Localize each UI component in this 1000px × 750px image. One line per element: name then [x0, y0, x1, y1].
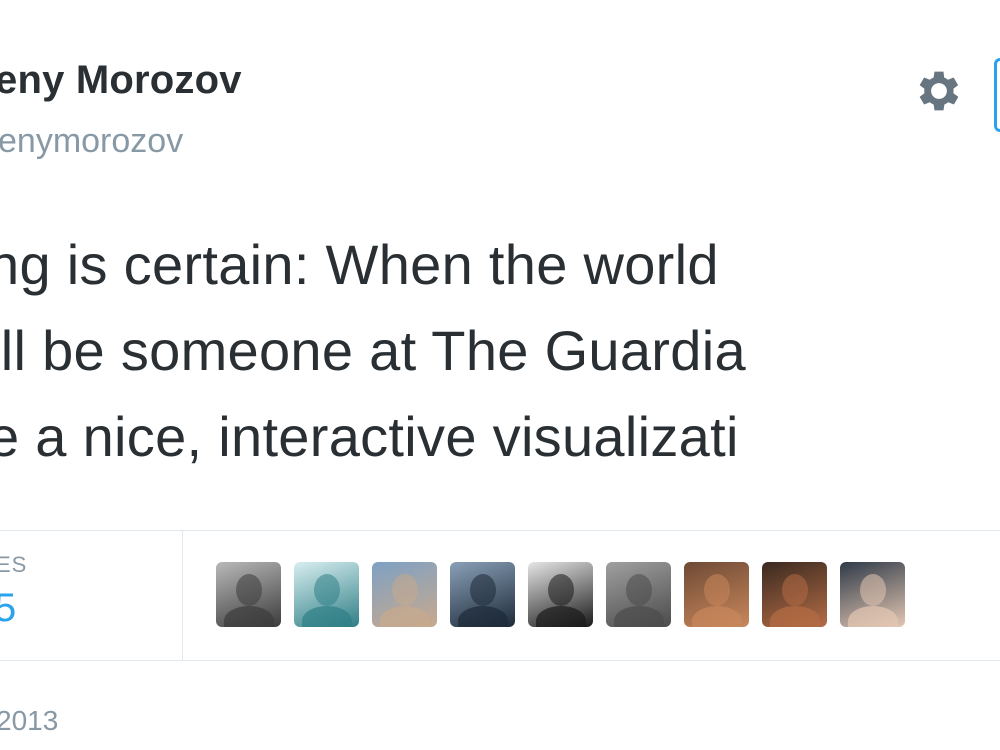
tweet-text: ng is certain: When the world ill be som… — [0, 222, 1000, 480]
avatar[interactable] — [372, 562, 437, 627]
tweet-date: 2013 — [0, 705, 59, 736]
avatar-face — [704, 574, 730, 606]
follow-button[interactable] — [994, 58, 1000, 132]
avatar-shoulders — [380, 606, 430, 627]
favorited-by-avatars — [216, 562, 905, 630]
avatar-face — [470, 574, 496, 606]
gear-icon[interactable] — [912, 64, 966, 118]
divider — [182, 531, 183, 660]
avatar[interactable] — [840, 562, 905, 627]
avatar[interactable] — [762, 562, 827, 627]
avatar-face — [392, 574, 418, 606]
avatar-shoulders — [848, 606, 898, 627]
avatar-shoulders — [302, 606, 352, 627]
favorites-label: ES — [0, 552, 28, 577]
avatar-face — [548, 574, 574, 606]
avatar-face — [860, 574, 886, 606]
tweet-line: ill be someone at The Guardia — [0, 319, 746, 382]
tweet-line: e a nice, interactive visualizati — [0, 405, 739, 468]
avatar-shoulders — [458, 606, 508, 627]
avatar-face — [626, 574, 652, 606]
avatar-shoulders — [614, 606, 664, 627]
avatar-face — [782, 574, 808, 606]
avatar[interactable] — [294, 562, 359, 627]
avatar[interactable] — [528, 562, 593, 627]
avatar-shoulders — [224, 606, 274, 627]
divider — [0, 660, 1000, 661]
avatar[interactable] — [216, 562, 281, 627]
author-name[interactable]: eny Morozov — [0, 58, 242, 103]
author-handle[interactable]: enymorozov — [0, 122, 183, 161]
avatar[interactable] — [450, 562, 515, 627]
tweet-line: ng is certain: When the world — [0, 233, 719, 296]
favorites-count[interactable]: 5 — [0, 586, 16, 631]
avatar[interactable] — [684, 562, 749, 627]
avatar-face — [236, 574, 262, 606]
divider — [0, 530, 1000, 531]
avatar-shoulders — [770, 606, 820, 627]
avatar-shoulders — [692, 606, 742, 627]
avatar[interactable] — [606, 562, 671, 627]
avatar-face — [314, 574, 340, 606]
avatar-shoulders — [536, 606, 586, 627]
